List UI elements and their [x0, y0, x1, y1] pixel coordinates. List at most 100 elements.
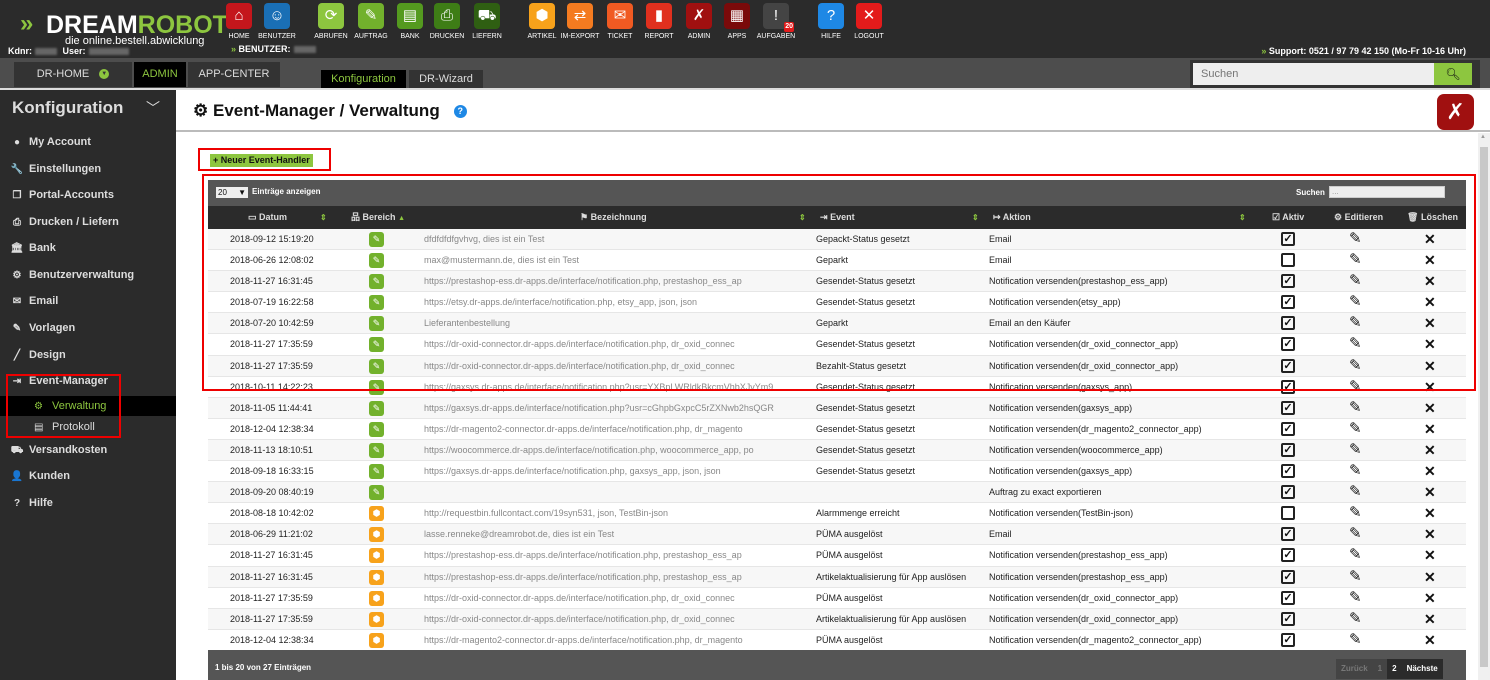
active-checkbox[interactable]: ✓ — [1281, 527, 1295, 542]
tab-app-center[interactable]: APP-CENTER — [188, 62, 280, 87]
active-checkbox[interactable]: ✓ — [1281, 464, 1295, 479]
sidebar-item-email[interactable]: ✉ Email — [10, 295, 59, 307]
edit-pencil-icon[interactable]: ✎ — [1349, 567, 1362, 587]
table-row: 2018-06-29 11:21:02 ⬢ lasse.renneke@drea… — [208, 524, 1466, 546]
delete-x-icon[interactable]: ✕ — [1424, 609, 1436, 629]
sidebar-item-label: Design — [29, 349, 66, 361]
chevron-down-icon[interactable]: ﹀ — [146, 98, 160, 118]
sidebar-item-design[interactable]: ╱ Design — [10, 349, 66, 361]
chevron-down-icon[interactable]: ▼ — [99, 69, 110, 80]
nav-bar: DR-HOME ▼ ADMIN APP-CENTER Konfiguration … — [0, 58, 1490, 90]
top-bar: » DREAMROBOT die online.bestell.abwicklu… — [0, 0, 1490, 58]
scrollbar-thumb[interactable] — [1480, 147, 1488, 667]
edit-pencil-icon[interactable]: ✎ — [1349, 440, 1362, 460]
help-icon[interactable]: ? — [453, 105, 467, 119]
sidebar-item-benutzerverwaltung[interactable]: ⚙ Benutzerverwaltung — [10, 269, 135, 281]
delete-x-icon[interactable]: ✕ — [1424, 461, 1436, 481]
scroll-up-icon[interactable]: ▲ — [1480, 134, 1486, 140]
truck-icon: ⛟ — [10, 445, 24, 456]
active-checkbox[interactable]: ✓ — [1281, 421, 1295, 436]
edit-pencil-icon[interactable]: ✎ — [1349, 609, 1362, 629]
sidebar-item-label: Bank — [29, 242, 56, 254]
delete-x-icon[interactable]: ✕ — [1424, 524, 1436, 544]
toolbar-label: AUFGABEN — [756, 33, 796, 40]
page-2-button[interactable]: 2 — [1387, 659, 1402, 679]
sidebar-item-versandkosten[interactable]: ⛟ Versandkosten — [10, 444, 108, 458]
next-page-button[interactable]: Nächste — [1401, 659, 1443, 679]
active-checkbox[interactable]: ✓ — [1281, 400, 1295, 415]
delete-x-icon[interactable]: ✕ — [1424, 440, 1436, 460]
global-search-input[interactable] — [1193, 63, 1434, 85]
edit-pencil-icon[interactable]: ✎ — [1349, 398, 1362, 418]
cell-bezeichnung: https://gaxsys.dr-apps.de/interface/noti… — [424, 402, 774, 413]
cell-bezeichnung: https://woocommerce.dr-apps.de/interface… — [424, 444, 754, 455]
admin-tools-icon[interactable]: ✗ — [1437, 94, 1474, 130]
sidebar-item-portal-accounts[interactable]: ❐ Portal-Accounts — [10, 189, 114, 201]
sidebar-item-einstellungen[interactable]: 🔧 Einstellungen — [10, 163, 101, 175]
sidebar-item-kunden[interactable]: 👤 Kunden — [10, 470, 70, 482]
table-row: 2018-09-18 16:33:15 ✎ https://gaxsys.dr-… — [208, 461, 1466, 483]
table-row: 2018-08-18 10:42:02 ⬢ http://requestbin.… — [208, 503, 1466, 525]
delete-x-icon[interactable]: ✕ — [1424, 482, 1436, 502]
delete-x-icon[interactable]: ✕ — [1424, 398, 1436, 418]
delete-x-icon[interactable]: ✕ — [1424, 545, 1436, 565]
cell-bereich: ⬢ — [369, 569, 384, 585]
order-icon: ✎ — [369, 485, 384, 501]
table-row: 2018-11-27 17:35:59 ⬢ https://dr-oxid-co… — [208, 608, 1466, 630]
subtab-konfiguration[interactable]: Konfiguration — [321, 70, 406, 88]
active-checkbox[interactable]: ✓ — [1281, 569, 1295, 584]
delete-x-icon[interactable]: ✕ — [1424, 588, 1436, 608]
sidebar-item-hilfe[interactable]: ? Hilfe — [10, 497, 53, 509]
toolbar-aufgaben-button[interactable]: ! 20 AUFGABEN — [756, 3, 796, 40]
table-row: 2018-11-27 16:31:45 ⬢ https://prestashop… — [208, 545, 1466, 567]
cell-event: PÜMA ausgelöst — [816, 550, 883, 561]
edit-pencil-icon[interactable]: ✎ — [1349, 545, 1362, 565]
highlight-box — [202, 174, 1476, 391]
tab-admin[interactable]: ADMIN — [134, 62, 186, 87]
delete-x-icon[interactable]: ✕ — [1424, 630, 1436, 650]
active-checkbox[interactable]: ✓ — [1281, 632, 1295, 647]
help-icon: ? — [818, 3, 844, 29]
sidebar-item-bank[interactable]: 🏛 Bank — [10, 242, 56, 254]
sidebar-item-vorlagen[interactable]: ✎ Vorlagen — [10, 322, 75, 334]
active-checkbox[interactable]: ✓ — [1281, 611, 1295, 626]
cog-icon: ⚙ — [193, 101, 209, 120]
table-info: 1 bis 20 von 27 Einträgen — [215, 663, 312, 672]
cell-event: Alarmmenge erreicht — [816, 508, 900, 519]
article-icon: ⬢ — [369, 527, 384, 543]
subtab-dr-wizard[interactable]: DR-Wizard — [409, 70, 483, 88]
delete-x-icon[interactable]: ✕ — [1424, 503, 1436, 523]
edit-pencil-icon[interactable]: ✎ — [1349, 461, 1362, 481]
active-checkbox[interactable]: ✓ — [1281, 548, 1295, 563]
cell-datum: 2018-12-04 12:38:34 — [230, 423, 314, 434]
active-checkbox[interactable]: ✓ — [1281, 485, 1295, 500]
edit-pencil-icon[interactable]: ✎ — [1349, 482, 1362, 502]
edit-pencil-icon[interactable]: ✎ — [1349, 588, 1362, 608]
cell-bezeichnung: https://dr-oxid-connector.dr-apps.de/int… — [424, 613, 735, 624]
cell-aktion: Notification versenden(woocommerce_app) — [989, 444, 1163, 455]
page-1-button[interactable]: 1 — [1373, 659, 1387, 679]
toolbar-benutzer-button[interactable]: ☺ BENUTZER — [257, 3, 297, 40]
active-checkbox[interactable] — [1281, 506, 1295, 521]
sidebar-item-label: Drucken / Liefern — [29, 216, 119, 228]
cell-bezeichnung: https://prestashop-ess.dr-apps.de/interf… — [424, 550, 742, 561]
scrollbar[interactable]: ▲ — [1478, 133, 1490, 680]
active-checkbox[interactable]: ✓ — [1281, 442, 1295, 457]
toolbar-liefern-button[interactable]: ⛟ LIEFERN — [467, 3, 507, 40]
delete-x-icon[interactable]: ✕ — [1424, 419, 1436, 439]
cell-event: PÜMA ausgelöst — [816, 529, 883, 540]
edit-pencil-icon[interactable]: ✎ — [1349, 524, 1362, 544]
toolbar-logout-button[interactable]: ✕ LOGOUT — [849, 3, 889, 40]
cell-bezeichnung: https://gaxsys.dr-apps.de/interface/noti… — [424, 466, 721, 477]
sidebar-item-drucken-liefern[interactable]: ⎙ Drucken / Liefern — [10, 216, 119, 228]
active-checkbox[interactable]: ✓ — [1281, 590, 1295, 605]
tab-dr-home[interactable]: DR-HOME ▼ — [14, 62, 132, 87]
edit-pencil-icon[interactable]: ✎ — [1349, 419, 1362, 439]
prev-page-button[interactable]: Zurück — [1336, 659, 1373, 679]
sidebar-item-my-account[interactable]: ● My Account — [10, 136, 91, 148]
edit-pencil-icon[interactable]: ✎ — [1349, 503, 1362, 523]
new-event-handler-button[interactable]: + Neuer Event-Handler — [210, 154, 313, 167]
edit-pencil-icon[interactable]: ✎ — [1349, 630, 1362, 650]
search-button[interactable]: 🔍︎ — [1434, 63, 1472, 85]
delete-x-icon[interactable]: ✕ — [1424, 567, 1436, 587]
